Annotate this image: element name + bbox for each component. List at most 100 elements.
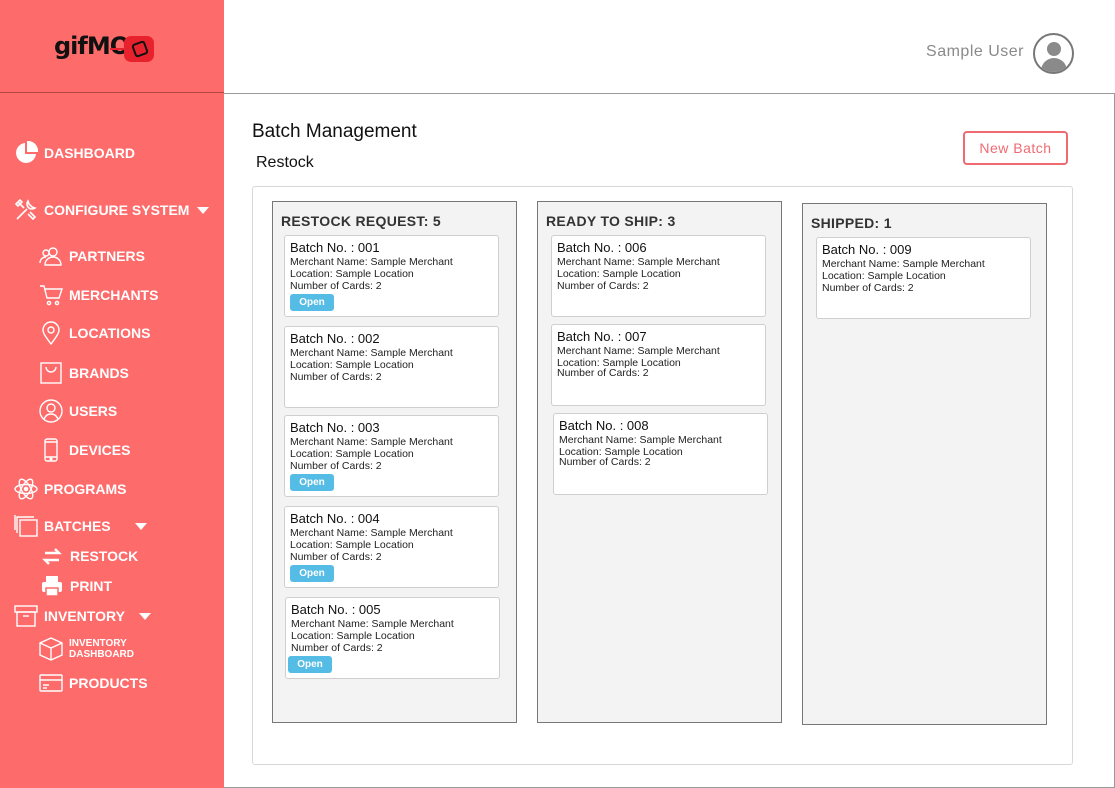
batch-card[interactable]: Batch No. : 003 Merchant Name: Sample Me… <box>284 415 499 497</box>
tools-icon <box>14 198 38 222</box>
sidebar-item-locations[interactable]: LOCATIONS <box>39 321 150 345</box>
open-button[interactable]: Open <box>290 294 334 311</box>
mobile-device-icon <box>39 438 63 462</box>
sidebar: gifMO DASHBOARD CONFIGURE SYSTEM PARTNER… <box>0 0 224 788</box>
credit-card-icon <box>39 671 63 695</box>
location: Location: Sample Location <box>290 539 414 551</box>
sidebar-item-merchants[interactable]: MERCHANTS <box>39 283 158 307</box>
number-of-cards: Number of Cards: 2 <box>290 551 382 563</box>
column-restock-request: RESTOCK REQUEST: 5 Batch No. : 001 Merch… <box>272 201 517 723</box>
sidebar-item-restock[interactable]: RESTOCK <box>40 544 138 568</box>
batch-number: Batch No. : 007 <box>557 329 647 344</box>
sidebar-item-label: DEVICES <box>69 442 131 458</box>
chevron-down-icon[interactable] <box>134 522 147 530</box>
batch-number: Batch No. : 008 <box>559 418 649 433</box>
chevron-down-icon[interactable] <box>197 206 210 214</box>
sidebar-item-batches[interactable]: BATCHES <box>14 514 147 538</box>
sidebar-item-print[interactable]: PRINT <box>40 574 112 598</box>
batch-card[interactable]: Batch No. : 008 Merchant Name: Sample Me… <box>553 413 768 495</box>
sidebar-item-devices[interactable]: DEVICES <box>39 438 130 462</box>
merchant-name: Merchant Name: Sample Merchant <box>290 436 453 448</box>
sidebar-item-label: CONFIGURE SYSTEM <box>44 202 190 218</box>
logo-badge-icon <box>124 36 154 62</box>
batch-number: Batch No. : 009 <box>822 242 912 257</box>
sidebar-item-brands[interactable]: BRANDS <box>39 361 129 385</box>
merchant-name: Merchant Name: Sample Merchant <box>557 345 720 357</box>
sidebar-item-label: PRINT <box>70 578 112 594</box>
open-button[interactable]: Open <box>290 474 334 491</box>
sidebar-item-label: BRANDS <box>69 365 129 381</box>
sidebar-item-label-line2: DASHBOARD <box>69 649 134 660</box>
column-shipped: SHIPPED: 1 Batch No. : 009 Merchant Name… <box>802 203 1047 725</box>
sidebar-item-label: INVENTORY DASHBOARD <box>69 638 134 660</box>
column-title: SHIPPED: 1 <box>811 215 892 231</box>
sidebar-item-label: MERCHANTS <box>69 287 159 303</box>
location: Location: Sample Location <box>290 359 414 371</box>
sidebar-item-programs[interactable]: PROGRAMS <box>14 477 126 501</box>
location-pin-icon <box>39 321 63 345</box>
archive-box-icon <box>14 604 38 628</box>
merchant-name: Merchant Name: Sample Merchant <box>290 527 453 539</box>
batch-number: Batch No. : 001 <box>290 240 380 255</box>
column-title: RESTOCK REQUEST: 5 <box>281 213 441 229</box>
sidebar-item-configure-system[interactable]: CONFIGURE SYSTEM <box>14 198 210 222</box>
pie-chart-icon <box>14 141 38 165</box>
sidebar-item-label: PROGRAMS <box>44 481 127 497</box>
page-subtitle: Restock <box>256 154 314 171</box>
new-batch-button[interactable]: New Batch <box>963 131 1068 165</box>
number-of-cards: Number of Cards: 2 <box>290 371 382 383</box>
sidebar-item-label-line1: INVENTORY <box>69 638 127 649</box>
batch-number: Batch No. : 002 <box>290 331 380 346</box>
batch-card[interactable]: Batch No. : 006 Merchant Name: Sample Me… <box>551 235 766 317</box>
batch-number: Batch No. : 003 <box>290 420 380 435</box>
location: Location: Sample Location <box>291 630 415 642</box>
printer-icon <box>40 574 64 598</box>
location: Location: Sample Location <box>290 268 414 280</box>
number-of-cards: Number of Cards: 2 <box>291 642 383 654</box>
open-button[interactable]: Open <box>288 656 332 673</box>
shopping-bag-icon <box>39 361 63 385</box>
location: Location: Sample Location <box>557 268 681 280</box>
merchant-name: Merchant Name: Sample Merchant <box>557 256 720 268</box>
sidebar-item-label: RESTOCK <box>70 548 139 564</box>
sidebar-item-label: BATCHES <box>44 518 111 534</box>
batch-card[interactable]: Batch No. : 005 Merchant Name: Sample Me… <box>285 597 500 679</box>
layers-icon <box>14 514 38 538</box>
avatar-body-icon <box>1041 58 1067 72</box>
sidebar-item-label: PRODUCTS <box>69 675 148 691</box>
number-of-cards: Number of Cards: 2 <box>557 280 649 292</box>
cube-icon <box>39 637 63 661</box>
sidebar-item-inventory[interactable]: INVENTORY <box>14 604 151 628</box>
app-logo[interactable]: gifMO <box>54 32 130 60</box>
avatar[interactable] <box>1033 33 1074 74</box>
top-bar: Sample User <box>224 0 1115 94</box>
batch-card[interactable]: Batch No. : 002 Merchant Name: Sample Me… <box>284 326 499 408</box>
number-of-cards: Number of Cards: 2 <box>559 456 651 468</box>
batch-card[interactable]: Batch No. : 001 Merchant Name: Sample Me… <box>284 235 499 317</box>
number-of-cards: Number of Cards: 2 <box>822 282 914 294</box>
sidebar-item-users[interactable]: USERS <box>39 399 117 423</box>
user-name[interactable]: Sample User <box>926 43 1024 61</box>
chevron-down-icon[interactable] <box>138 612 151 620</box>
restock-arrows-icon <box>40 544 64 568</box>
merchant-name: Merchant Name: Sample Merchant <box>822 258 985 270</box>
logo-area: gifMO <box>0 0 224 93</box>
atom-icon <box>14 477 38 501</box>
merchant-name: Merchant Name: Sample Merchant <box>291 618 454 630</box>
merchant-name: Merchant Name: Sample Merchant <box>559 434 722 446</box>
batch-card[interactable]: Batch No. : 009 Merchant Name: Sample Me… <box>816 237 1031 319</box>
user-circle-icon <box>39 399 63 423</box>
sidebar-item-products[interactable]: PRODUCTS <box>39 671 148 695</box>
sidebar-item-label: USERS <box>69 403 118 419</box>
batch-card[interactable]: Batch No. : 004 Merchant Name: Sample Me… <box>284 506 499 588</box>
sidebar-item-label: LOCATIONS <box>69 325 151 341</box>
merchant-name: Merchant Name: Sample Merchant <box>290 256 453 268</box>
open-button[interactable]: Open <box>290 565 334 582</box>
sidebar-item-partners[interactable]: PARTNERS <box>39 244 145 268</box>
sidebar-item-dashboard[interactable]: DASHBOARD <box>14 141 135 165</box>
location: Location: Sample Location <box>290 448 414 460</box>
sidebar-item-label: PARTNERS <box>69 248 145 264</box>
sidebar-item-inventory-dashboard[interactable]: INVENTORY DASHBOARD <box>39 637 134 661</box>
page-title: Batch Management <box>252 121 417 142</box>
batch-card[interactable]: Batch No. : 007 Merchant Name: Sample Me… <box>551 324 766 406</box>
